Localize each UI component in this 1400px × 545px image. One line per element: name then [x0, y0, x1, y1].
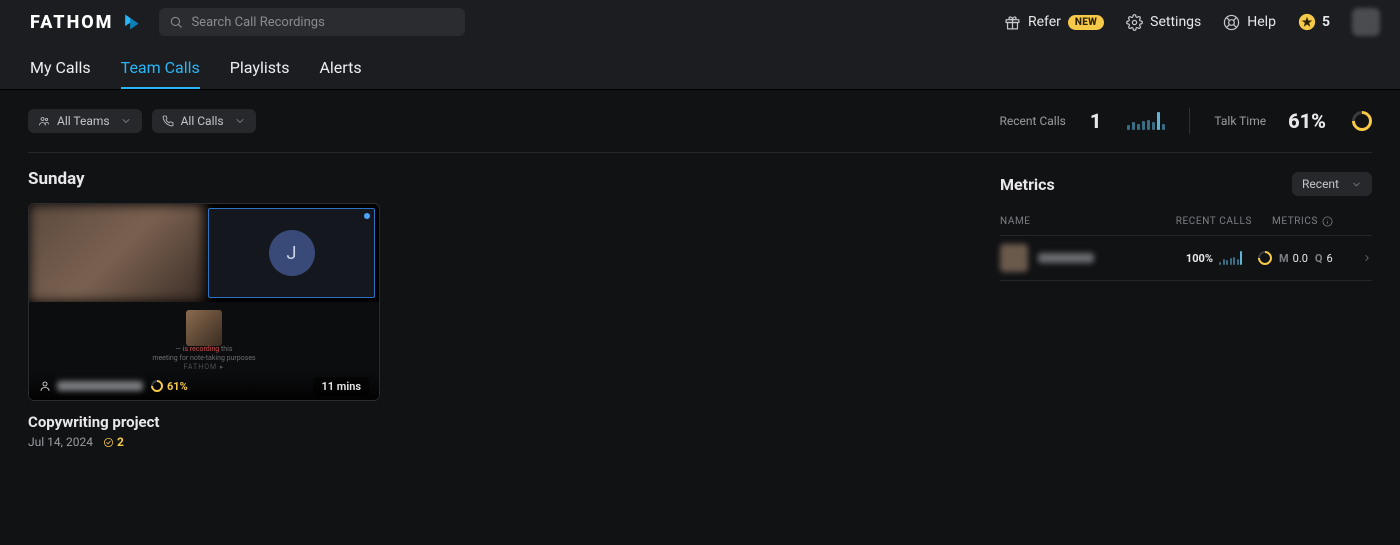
highlight-icon: [103, 437, 114, 448]
call-meta: Jul 14, 2024 2: [28, 435, 380, 449]
gear-icon: [1126, 14, 1143, 31]
highlight-count: 2: [103, 435, 124, 449]
participant-avatar: J: [269, 230, 315, 276]
col-metrics: METRICS: [1252, 216, 1372, 227]
team-icon: [38, 115, 50, 127]
chevron-right-icon: [1362, 253, 1372, 263]
call-list: Sunday J — is recording thismeeting for …: [28, 169, 976, 449]
search-icon: [169, 15, 183, 29]
metrics-row[interactable]: 100% M 0.0 Q 6: [1000, 235, 1372, 281]
call-thumbnail[interactable]: J — is recording thismeeting for note-ta…: [28, 203, 380, 401]
recent-calls-sparkline: [1127, 112, 1165, 130]
active-speaker-indicator: [364, 213, 370, 219]
recent-calls-value: 1: [1090, 109, 1102, 133]
top-links: Refer NEW Settings Help 5: [1004, 8, 1380, 36]
metrics-table-head: NAME RECENT CALLS METRICS: [1000, 208, 1372, 235]
row-metrics: M 0.0 Q 6: [1242, 251, 1362, 265]
col-recent-calls: RECENT CALLS: [1156, 216, 1252, 227]
filter-bar: All Teams All Calls Recent Calls 1 Talk …: [0, 90, 1400, 134]
call-date: Jul 14, 2024: [28, 435, 93, 449]
tab-my-calls[interactable]: My Calls: [30, 58, 91, 89]
call-title: Copywriting project: [28, 413, 380, 431]
talk-ring-icon: [149, 378, 166, 395]
talk-time-label: Talk Time: [1214, 114, 1266, 128]
tab-team-calls[interactable]: Team Calls: [121, 58, 200, 89]
gift-icon: [1004, 14, 1021, 31]
chevron-down-icon: [234, 115, 246, 127]
row-recent-calls: 100%: [1146, 251, 1242, 265]
row-avatar: [1000, 244, 1028, 272]
metrics-table: NAME RECENT CALLS METRICS 100%: [1000, 208, 1372, 281]
phone-icon: [162, 115, 174, 127]
refer-link[interactable]: Refer NEW: [1004, 14, 1104, 31]
recording-notice: — is recording thismeeting for note-taki…: [152, 345, 255, 372]
thumbnail-footer: 61% 11 mins: [29, 372, 379, 400]
col-name: NAME: [1000, 216, 1156, 227]
user-icon: [39, 380, 51, 392]
nav-tabs: My Calls Team Calls Playlists Alerts: [0, 44, 1400, 90]
help-label: Help: [1247, 14, 1276, 30]
duration-badge: 11 mins: [313, 377, 369, 396]
metrics-range-label: Recent: [1302, 177, 1339, 191]
coins[interactable]: 5: [1298, 13, 1330, 31]
participant-video-1: [29, 204, 204, 302]
star-coin-icon: [1298, 13, 1316, 31]
main: Sunday J — is recording thismeeting for …: [0, 153, 1400, 449]
filter-teams-label: All Teams: [57, 114, 110, 128]
new-badge: NEW: [1068, 15, 1104, 30]
coin-count: 5: [1322, 14, 1330, 30]
info-icon[interactable]: [1322, 216, 1333, 227]
logo[interactable]: FATHOM: [30, 12, 141, 33]
day-heading: Sunday: [28, 169, 976, 189]
participant-video-2: J: [208, 208, 375, 298]
logo-icon: [121, 12, 141, 32]
chevron-down-icon: [1351, 179, 1362, 190]
row-talk-ring-icon: [1255, 248, 1275, 268]
card-talk-pct: 61%: [151, 380, 188, 393]
filter-calls-label: All Calls: [181, 114, 224, 128]
search-input[interactable]: [191, 15, 455, 30]
chevron-down-icon: [120, 115, 132, 127]
metrics-header: Metrics Recent: [1000, 172, 1372, 196]
filter-teams[interactable]: All Teams: [28, 109, 142, 133]
settings-link[interactable]: Settings: [1126, 14, 1201, 31]
filter-calls[interactable]: All Calls: [152, 109, 256, 133]
call-card[interactable]: J — is recording thismeeting for note-ta…: [28, 203, 380, 449]
stats-divider: [1189, 108, 1190, 134]
help-icon: [1223, 14, 1240, 31]
metrics-range-dropdown[interactable]: Recent: [1292, 172, 1372, 196]
row-name-redacted: [1038, 253, 1094, 263]
talk-time-ring-icon: [1348, 107, 1376, 135]
host-name-redacted: [57, 381, 143, 391]
settings-label: Settings: [1150, 14, 1201, 30]
metrics-panel: Metrics Recent NAME RECENT CALLS METRICS: [1000, 169, 1372, 449]
logo-text: FATHOM: [30, 12, 113, 33]
tab-alerts[interactable]: Alerts: [319, 58, 361, 89]
recent-calls-label: Recent Calls: [1000, 114, 1066, 128]
self-view-mini: [186, 310, 222, 346]
top-bar: FATHOM Refer NEW Settings Help 5: [0, 0, 1400, 44]
talk-time-value: 61%: [1288, 109, 1326, 133]
row-sparkline: [1219, 251, 1242, 265]
user-avatar[interactable]: [1352, 8, 1380, 36]
search-box[interactable]: [159, 8, 465, 36]
refer-label: Refer: [1028, 14, 1061, 30]
metrics-title: Metrics: [1000, 175, 1292, 194]
summary-stats: Recent Calls 1 Talk Time 61%: [1000, 108, 1372, 134]
tab-playlists[interactable]: Playlists: [230, 58, 290, 89]
help-link[interactable]: Help: [1223, 14, 1276, 31]
